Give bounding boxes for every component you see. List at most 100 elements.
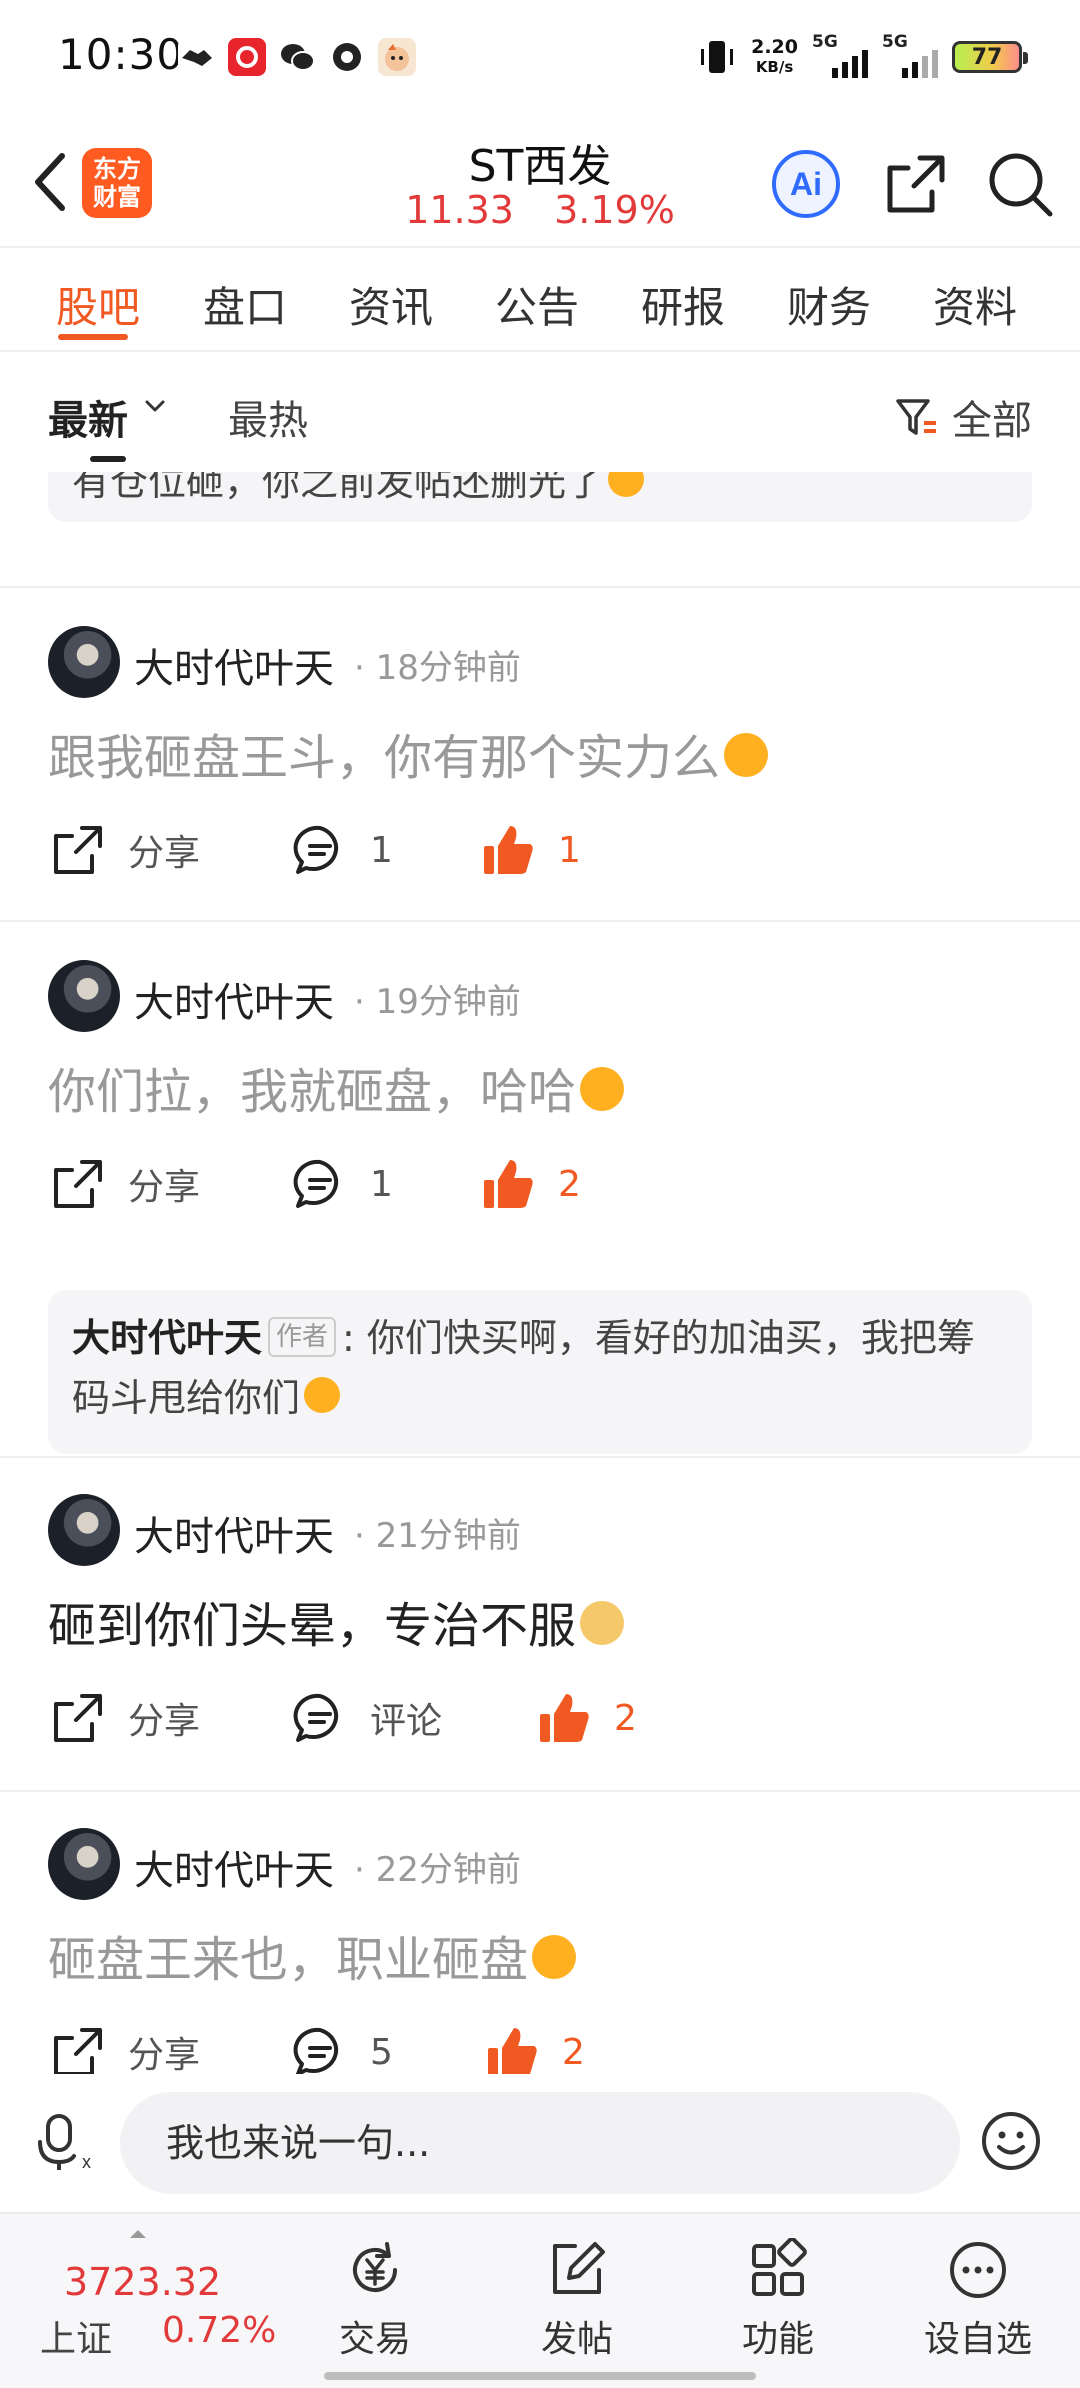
feed-filter: 最新 最热 全部 <box>0 352 1080 472</box>
post-content[interactable]: 砸盘王来也，职业砸盘 <box>48 1924 577 1996</box>
red-app-icon <box>228 38 266 76</box>
tab-pankou[interactable]: 盘口 <box>203 274 287 335</box>
sort-latest[interactable]: 最新 <box>48 388 128 446</box>
avatar[interactable] <box>48 1494 120 1566</box>
share-icon <box>54 826 102 874</box>
wechat-icon <box>278 38 316 76</box>
like-button[interactable]: 2 <box>480 1156 581 1212</box>
comment-button[interactable]: 1 <box>292 1156 393 1212</box>
tab-research[interactable]: 研报 <box>641 274 725 335</box>
thumbs-up-icon <box>484 1160 533 1208</box>
notification-icons <box>178 38 416 76</box>
author-tag: 作者 <box>268 1316 337 1357</box>
comment-icon <box>293 825 339 874</box>
comment-input[interactable]: 我也来说一句... <box>120 2092 960 2194</box>
filter-icon <box>896 399 936 435</box>
like-button[interactable]: 1 <box>480 822 581 878</box>
search-icon[interactable] <box>984 148 1056 220</box>
bottom-navigation: 3723.32 上证 0.72% 交易 发帖 功能 设自选 <box>0 2212 1080 2388</box>
tab-announcements[interactable]: 公告 <box>495 274 579 335</box>
tab-profile[interactable]: 资料 <box>933 274 1017 335</box>
emoji-picker-icon[interactable] <box>980 2110 1042 2172</box>
avatar[interactable] <box>48 626 120 698</box>
comment-button[interactable]: 1 <box>292 822 393 878</box>
share-button[interactable]: 分享 <box>50 1156 200 1212</box>
like-button[interactable]: 2 <box>536 1690 637 1746</box>
status-bar: 10:30 2.20 KB/s 5G 5G 77 <box>0 0 1080 116</box>
author-name[interactable]: 大时代叶天 <box>134 970 334 1028</box>
author-reply[interactable]: 大时代叶天 作者: 你们快买啊，看好的加油买，我把筹码斗甩给你们 <box>48 1290 1032 1454</box>
post-actions: 分享 5 2 <box>0 2024 1080 2074</box>
post-content[interactable]: 砸到你们头晕，专治不服 <box>48 1590 625 1662</box>
divider <box>0 1790 1080 1792</box>
home-indicator[interactable] <box>324 2372 756 2380</box>
yuan-refresh-icon <box>353 2242 397 2292</box>
post-content[interactable]: 跟我砸盘王斗，你有那个实力么 <box>48 722 769 794</box>
comment-button[interactable]: 5 <box>292 2024 393 2074</box>
signal-icon-1: 5G <box>812 32 868 78</box>
thumbs-up-icon <box>484 826 533 874</box>
edit-icon <box>553 2242 605 2294</box>
ai-assistant-button[interactable]: Ai <box>770 148 842 220</box>
post-time: · 19分钟前 <box>354 982 521 1022</box>
system-indicators: 2.20 KB/s 5G 5G 77 <box>697 32 1028 78</box>
tab-guba[interactable]: 股吧 <box>56 274 140 335</box>
divider <box>0 1456 1080 1458</box>
author-name[interactable]: 大时代叶天 <box>134 636 334 694</box>
nav-functions[interactable]: 功能 <box>708 2238 848 2362</box>
thinking-emoji-icon <box>608 472 645 497</box>
comment-icon <box>293 1693 339 1742</box>
comment-button[interactable]: 评论 <box>292 1690 442 1746</box>
laughing-emoji-icon <box>532 1935 577 1979</box>
battery-icon: 77 <box>952 41 1028 73</box>
clock: 10:30 <box>58 30 185 79</box>
network-speed: 2.20 KB/s <box>751 36 798 76</box>
post-actions: 分享 评论 2 <box>0 1690 1080 1762</box>
tab-finance[interactable]: 财务 <box>787 274 871 335</box>
avatar[interactable] <box>48 960 120 1032</box>
author-name[interactable]: 大时代叶天 <box>134 1504 334 1562</box>
voice-input-icon[interactable]: x <box>36 2112 96 2172</box>
index-change-pct[interactable]: 0.72% <box>162 2310 276 2351</box>
q-app-icon <box>328 38 366 76</box>
chevron-down-icon[interactable] <box>143 394 167 418</box>
share-button[interactable]: 分享 <box>50 2024 200 2074</box>
blushing-emoji-icon <box>724 733 769 777</box>
share-icon[interactable] <box>880 148 952 220</box>
like-button[interactable]: 2 <box>484 2024 585 2074</box>
reply-author[interactable]: 大时代叶天 <box>72 1316 262 1360</box>
thumbs-up-icon <box>540 1694 589 1742</box>
share-button[interactable]: 分享 <box>50 822 200 878</box>
comment-icon <box>293 1159 339 1208</box>
stock-header: 东方 财富 ST西发 11.33 3.19% Ai <box>0 116 1080 248</box>
more-icon <box>950 2242 1006 2298</box>
dog-emoji-icon <box>580 1601 625 1645</box>
chevron-up-icon[interactable] <box>128 2228 148 2240</box>
post-time: · 18分钟前 <box>354 648 521 688</box>
post-actions: 分享 1 1 <box>0 822 1080 894</box>
nav-add-watchlist[interactable]: 设自选 <box>908 2238 1048 2362</box>
nav-trade[interactable]: 交易 <box>305 2238 445 2362</box>
handshake-app-icon <box>178 38 216 76</box>
post-content[interactable]: 你们拉，我就砸盘，哈哈 <box>48 1056 625 1128</box>
comment-icon <box>293 2027 339 2074</box>
nav-post[interactable]: 发帖 <box>507 2238 647 2362</box>
share-icon <box>54 1160 102 1208</box>
quoted-reply[interactable]: 有仓位砸，你之前发帖还删光了 <box>48 472 1032 522</box>
grid-icon <box>752 2238 807 2296</box>
ai-icon: Ai <box>772 150 840 218</box>
filter-all-button[interactable]: 全部 <box>894 388 1032 446</box>
index-value[interactable]: 3723.32 <box>64 2260 221 2304</box>
vibrate-icon <box>701 41 734 73</box>
author-name[interactable]: 大时代叶天 <box>134 1838 334 1896</box>
post-feed: 有仓位砸，你之前发帖还删光了 大时代叶天 · 18分钟前 跟我砸盘王斗，你有那个… <box>0 472 1080 2074</box>
share-button[interactable]: 分享 <box>50 1690 200 1746</box>
sort-indicator <box>90 456 126 462</box>
sort-hot[interactable]: 最热 <box>228 388 308 446</box>
index-name[interactable]: 上证 <box>40 2310 112 2362</box>
laughing-emoji-icon <box>580 1067 625 1111</box>
comment-input-bar: x 我也来说一句... <box>0 2074 1080 2212</box>
active-tab-indicator <box>58 334 128 340</box>
avatar[interactable] <box>48 1828 120 1900</box>
tab-news[interactable]: 资讯 <box>349 274 433 335</box>
